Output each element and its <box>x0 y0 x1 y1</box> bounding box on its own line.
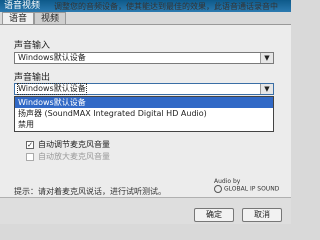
auto-adjust-row[interactable]: ✓ 自动调节麦克风音量 <box>26 139 110 150</box>
logo-icon <box>214 185 222 193</box>
input-label: 声音输入 <box>14 41 51 51</box>
input-device-value: Windows默认设备 <box>18 53 86 62</box>
input-device-select[interactable]: Windows默认设备 ▼ <box>14 52 274 64</box>
logo-brand-text: GLOBAL IP SOUND <box>224 185 280 193</box>
auto-boost-row[interactable]: 自动放大麦克风音量 <box>26 151 110 162</box>
logo-brand: GLOBAL IP SOUND <box>214 185 279 193</box>
output-device-dropdown: Windows默认设备 扬声器 (SoundMAX Integrated Dig… <box>14 96 274 132</box>
dropdown-option[interactable]: 扬声器 (SoundMAX Integrated Digital HD Audi… <box>15 108 273 119</box>
dropdown-option[interactable]: 禁用 <box>15 119 273 130</box>
auto-adjust-label: 自动调节麦克风音量 <box>38 140 110 149</box>
auto-adjust-checkbox[interactable]: ✓ <box>26 140 34 149</box>
logo-caption: Audio by <box>214 178 241 185</box>
dropdown-option[interactable]: Windows默认设备 <box>15 97 273 108</box>
ok-button[interactable]: 确定 <box>194 208 234 222</box>
auto-boost-checkbox[interactable] <box>26 152 34 161</box>
hint-text: 调整您的音频设备，使其能达到最佳的效果，此语音通话录音中 <box>54 2 278 11</box>
chevron-down-icon[interactable]: ▼ <box>260 53 273 63</box>
output-label: 声音输出 <box>14 73 51 83</box>
output-device-value: Windows默认设备 <box>17 83 87 95</box>
auto-boost-label: 自动放大麦克风音量 <box>38 152 110 161</box>
cancel-button[interactable]: 取消 <box>242 208 282 222</box>
global-ip-sound-logo: Audio by GLOBAL IP SOUND <box>214 178 279 193</box>
output-device-select[interactable]: Windows默认设备 ▼ <box>14 83 274 95</box>
chevron-down-icon[interactable]: ▼ <box>260 84 273 94</box>
tip-text: 提示：请对着麦克风说话，进行试听测试。 <box>14 187 166 196</box>
